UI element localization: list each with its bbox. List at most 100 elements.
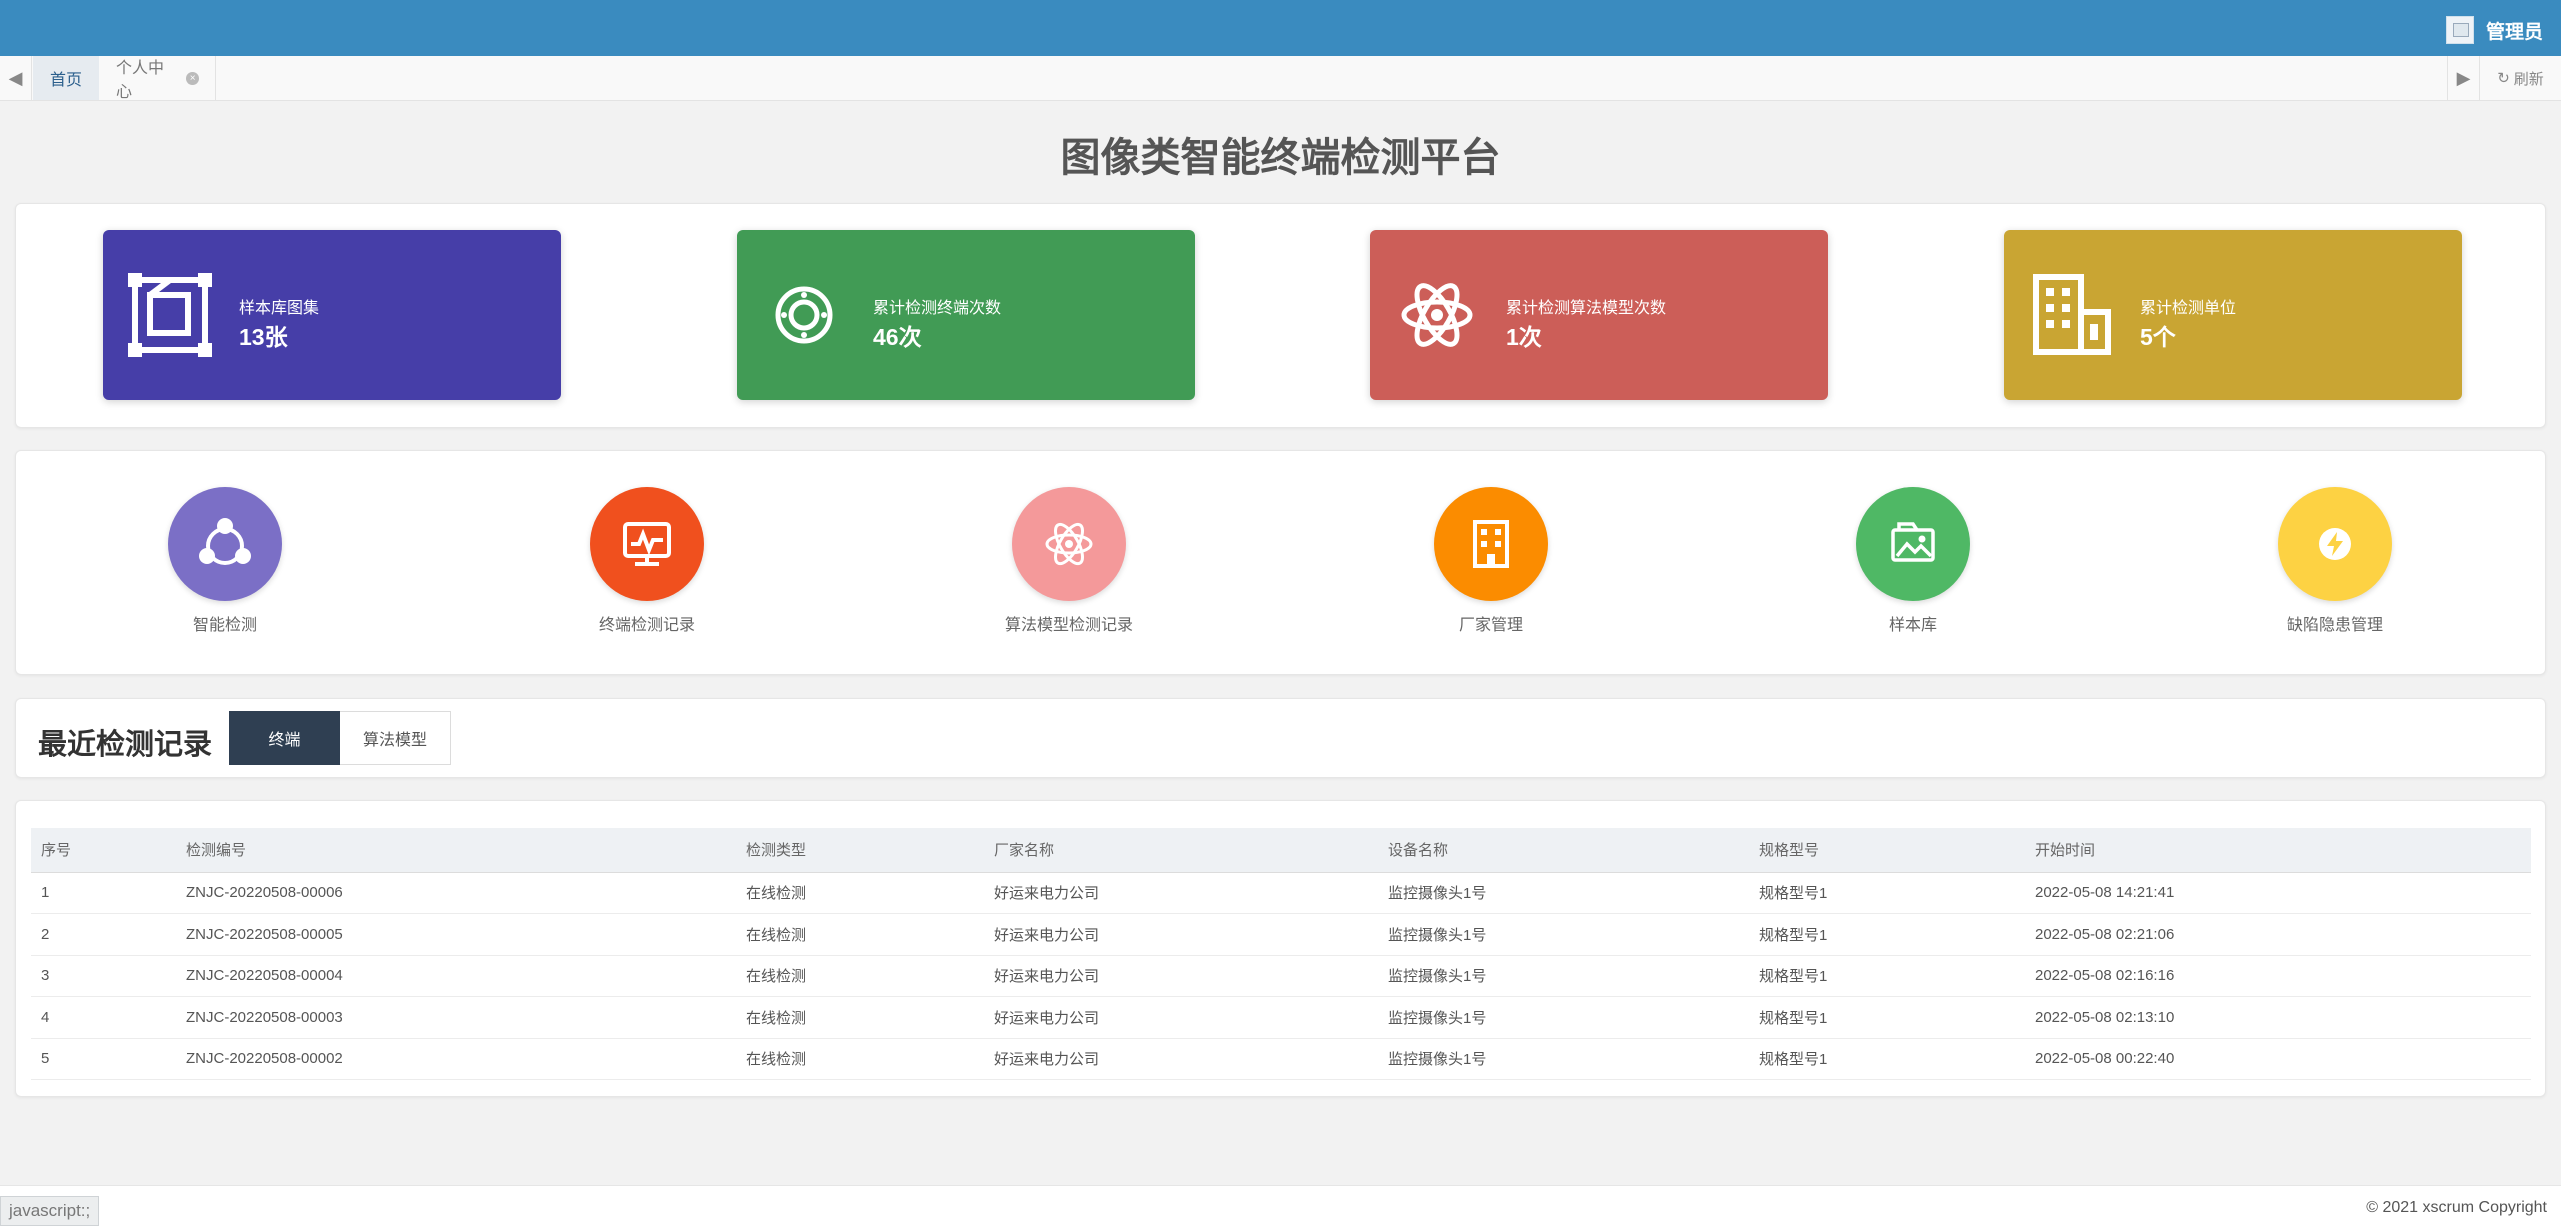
table-cell: 3: [31, 955, 176, 997]
table-cell: 2022-05-08 02:13:10: [2025, 996, 2531, 1039]
stat-label: 样本库图集: [239, 300, 320, 317]
column-header[interactable]: 检测编号: [176, 828, 736, 873]
stat-card-terminal-checks: 累计检测终端次数 46次: [737, 230, 1195, 400]
double-chevron-left-icon: ◀︎: [8, 67, 23, 88]
table-cell: 4: [31, 996, 176, 1039]
quick-entry-label[interactable]: 算法模型检测记录: [959, 611, 1179, 635]
tab-bar: ◀︎ 首页 个人中心 × ▶︎ ↻ 刷新: [0, 56, 2561, 101]
column-header[interactable]: 厂家名称: [984, 828, 1378, 873]
quick-entry-sample-library[interactable]: 样本库: [1803, 487, 2023, 635]
quick-entry-panel: 智能检测 终端检测记录 算法模型检测记录 厂家管理 样本库 缺陷隐患管理: [15, 450, 2546, 675]
close-icon[interactable]: ×: [186, 71, 199, 85]
quick-entry-defect-management[interactable]: 缺陷隐患管理: [2225, 487, 2445, 635]
stat-value: 46次: [873, 324, 922, 350]
tab-terminal[interactable]: 终端: [229, 711, 340, 765]
tab-profile-label: 个人中心: [116, 60, 165, 101]
table-row[interactable]: 4 ZNJC-20220508-00003 在线检测 好运来电力公司 监控摄像头…: [31, 996, 2531, 1039]
atom-icon: [1401, 283, 1473, 347]
table-cell: ZNJC-20220508-00002: [176, 1038, 736, 1080]
column-header[interactable]: 规格型号: [1749, 828, 2025, 873]
table-cell: 好运来电力公司: [984, 955, 1378, 997]
table-cell: ZNJC-20220508-00003: [176, 996, 736, 1039]
column-header[interactable]: 设备名称: [1378, 828, 1749, 873]
monitor-chart-icon[interactable]: [590, 487, 704, 601]
table-cell: 规格型号1: [1749, 955, 2025, 997]
stat-card-checked-units: 累计检测单位 5个: [2004, 230, 2462, 400]
table-cell: 在线检测: [736, 996, 984, 1039]
stat-label: 累计检测算法模型次数: [1506, 300, 1667, 317]
column-header[interactable]: 开始时间: [2025, 828, 2531, 873]
footer: [0, 1185, 2561, 1226]
dial-icon: [775, 286, 833, 344]
quick-entry-smart-detection[interactable]: 智能检测: [115, 487, 335, 635]
refresh-icon: ↻: [2497, 70, 2510, 87]
column-header[interactable]: 检测类型: [736, 828, 984, 873]
table-cell: 在线检测: [736, 872, 984, 914]
table-cell: 在线检测: [736, 913, 984, 956]
building-icon: [2033, 274, 2111, 355]
table-cell: 好运来电力公司: [984, 996, 1378, 1039]
quick-entry-label[interactable]: 厂家管理: [1381, 611, 1601, 635]
table-cell: ZNJC-20220508-00006: [176, 872, 736, 914]
table-header-row: 序号 检测编号 检测类型 厂家名称 设备名称 规格型号 开始时间: [31, 828, 2531, 873]
browser-status-bar: javascript:;: [0, 1196, 100, 1226]
double-chevron-right-icon: ▶︎: [2456, 67, 2471, 88]
lightning-icon[interactable]: [2278, 487, 2392, 601]
table-cell: 在线检测: [736, 955, 984, 997]
recent-records-header: 最近检测记录 终端 算法模型: [15, 698, 2546, 778]
refresh-button[interactable]: ↻ 刷新: [2479, 56, 2561, 100]
stat-card-model-checks: 累计检测算法模型次数 1次: [1370, 230, 1828, 400]
table-cell: 监控摄像头1号: [1378, 955, 1749, 997]
quick-entry-label[interactable]: 缺陷隐患管理: [2225, 611, 2445, 635]
table-cell: 监控摄像头1号: [1378, 913, 1749, 956]
quick-entry-label[interactable]: 终端检测记录: [537, 611, 757, 635]
table-cell: 2022-05-08 02:16:16: [2025, 955, 2531, 997]
page-title: 图像类智能终端检测平台: [1060, 136, 1501, 180]
stat-card-sample-library: 样本库图集 13张: [103, 230, 561, 400]
table-cell: 好运来电力公司: [984, 913, 1378, 956]
tab-home[interactable]: 首页: [33, 56, 99, 100]
stat-label: 累计检测单位: [2140, 300, 2237, 317]
atom-icon[interactable]: [1012, 487, 1126, 601]
user-name[interactable]: 管理员: [2486, 17, 2543, 44]
tab-profile[interactable]: 个人中心 ×: [100, 56, 216, 101]
quick-entry-vendor-management[interactable]: 厂家管理: [1381, 487, 1601, 635]
table-row[interactable]: 1 ZNJC-20220508-00006 在线检测 好运来电力公司 监控摄像头…: [31, 872, 2531, 914]
table-cell: 监控摄像头1号: [1378, 1038, 1749, 1080]
quick-entry-label[interactable]: 智能检测: [115, 611, 335, 635]
table-cell: ZNJC-20220508-00005: [176, 913, 736, 956]
network-icon[interactable]: [168, 487, 282, 601]
table-cell: 好运来电力公司: [984, 1038, 1378, 1080]
avatar[interactable]: [2445, 16, 2474, 44]
table-cell: 监控摄像头1号: [1378, 996, 1749, 1039]
records-table: 序号 检测编号 检测类型 厂家名称 设备名称 规格型号 开始时间 1 ZNJC-…: [31, 828, 2531, 1080]
column-header[interactable]: 序号: [31, 828, 176, 873]
table-cell: 2: [31, 913, 176, 956]
quick-entry-terminal-records[interactable]: 终端检测记录: [537, 487, 757, 635]
table-cell: 规格型号1: [1749, 913, 2025, 956]
stat-label: 累计检测终端次数: [873, 300, 1002, 317]
quick-entry-model-records[interactable]: 算法模型检测记录: [959, 487, 1179, 635]
image-folder-icon[interactable]: [1856, 487, 1970, 601]
stat-value: 13张: [239, 324, 288, 350]
table-row[interactable]: 2 ZNJC-20220508-00005 在线检测 好运来电力公司 监控摄像头…: [31, 913, 2531, 956]
building-icon[interactable]: [1434, 487, 1548, 601]
table-cell: 2022-05-08 00:22:40: [2025, 1038, 2531, 1080]
table-cell: 1: [31, 872, 176, 914]
table-cell: 2022-05-08 14:21:41: [2025, 872, 2531, 914]
table-cell: 规格型号1: [1749, 1038, 2025, 1080]
tab-home-label: 首页: [49, 72, 82, 89]
table-row[interactable]: 3 ZNJC-20220508-00004 在线检测 好运来电力公司 监控摄像头…: [31, 955, 2531, 997]
table-cell: 好运来电力公司: [984, 872, 1378, 914]
table-row[interactable]: 5 ZNJC-20220508-00002 在线检测 好运来电力公司 监控摄像头…: [31, 1038, 2531, 1080]
crop-frame-icon: [128, 273, 212, 357]
table-cell: 规格型号1: [1749, 872, 2025, 914]
tabs-scroll-right-button[interactable]: ▶︎: [2447, 56, 2479, 100]
quick-entry-label[interactable]: 样本库: [1803, 611, 2023, 635]
tabs-scroll-left-button[interactable]: ◀︎: [0, 56, 32, 100]
stats-panel: 样本库图集 13张 累计检测终端次数 46次 累计检测算法模型次数 1次 累计检…: [15, 203, 2546, 428]
table-cell: 规格型号1: [1749, 996, 2025, 1039]
tab-algorithm-model[interactable]: 算法模型: [340, 711, 451, 765]
table-cell: 5: [31, 1038, 176, 1080]
user-menu[interactable]: 管理员: [2445, 16, 2543, 44]
